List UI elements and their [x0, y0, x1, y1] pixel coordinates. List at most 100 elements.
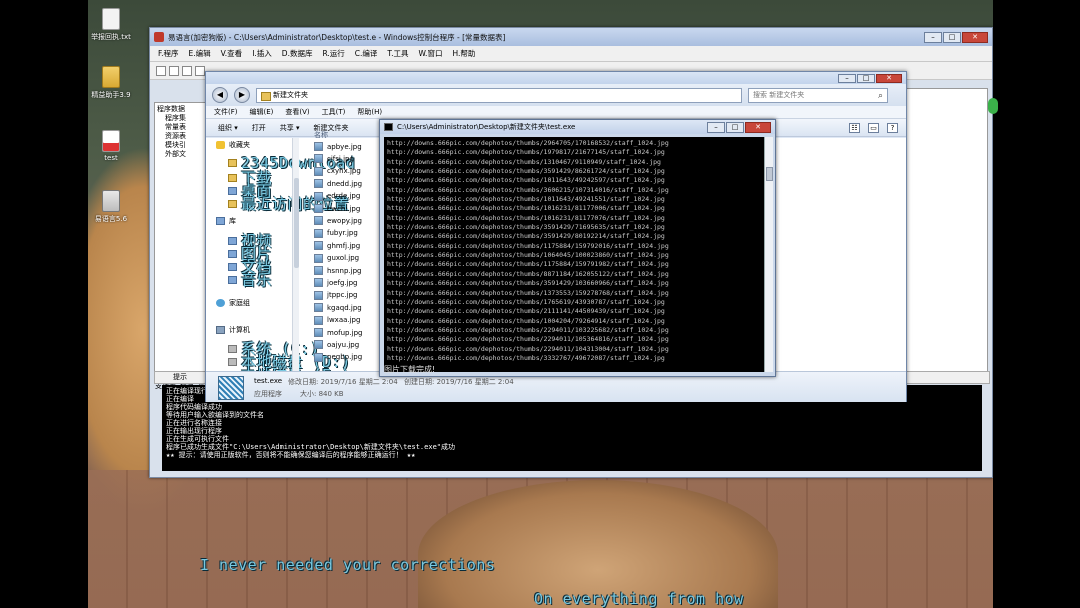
side-toggle-button[interactable]	[988, 98, 998, 114]
search-input[interactable]: 搜索 新建文件夹 ⌕	[748, 87, 888, 103]
menu-window[interactable]: W.窗口	[419, 48, 443, 59]
explorer-navbar: ◀ ▶ 新建文件夹 搜索 新建文件夹 ⌕	[206, 84, 906, 106]
desktop-icon-report[interactable]: 举报回执.txt	[82, 8, 140, 42]
forward-icon[interactable]: ▶	[234, 87, 250, 103]
preview-pane-icon[interactable]: ▭	[868, 122, 879, 133]
menu-edit[interactable]: E.编辑	[189, 48, 211, 59]
tree-item[interactable]: 程序集	[157, 114, 211, 123]
tree-item[interactable]: 外部文	[157, 150, 211, 159]
nav-label: 家庭组	[229, 299, 250, 307]
file-item[interactable]: kgaqd.jpg	[314, 303, 362, 313]
menu-run[interactable]: R.运行	[322, 48, 344, 59]
close-button[interactable]: ✕	[962, 31, 988, 43]
scroll-thumb[interactable]	[294, 178, 299, 268]
file-item[interactable]: cxyhx.jpg	[314, 166, 361, 176]
address-bar[interactable]: 新建文件夹	[256, 87, 742, 103]
menu-program[interactable]: F.程序	[158, 48, 179, 59]
tree-item[interactable]: 模块引	[157, 141, 211, 150]
menu-edit[interactable]: 编辑(E)	[250, 106, 274, 118]
file-item[interactable]: hsnnp.jpg	[314, 266, 361, 275]
cut-icon[interactable]	[195, 65, 205, 76]
maximize-button[interactable]: □	[943, 31, 961, 43]
folder-icon	[228, 159, 237, 167]
nav-favorites[interactable]: 收藏夹	[216, 140, 250, 150]
menu-file[interactable]: 文件(F)	[214, 106, 238, 118]
column-header-name[interactable]: 名称	[314, 130, 328, 140]
menu-view[interactable]: V.查看	[221, 48, 243, 59]
console-icon	[384, 123, 393, 131]
console-line: http://downs.666pic.com/dephotos/thumbs/…	[387, 213, 665, 222]
file-item[interactable]: fubyr.jpg	[314, 228, 358, 238]
details-type: 应用程序	[254, 390, 282, 398]
file-item[interactable]: apbye.jpg	[314, 142, 362, 151]
menu-compile[interactable]: C.编译	[355, 48, 378, 59]
file-item[interactable]: pegbp.jpg	[314, 352, 362, 362]
file-name: joefg.jpg	[327, 278, 358, 287]
file-item[interactable]: jtppc.jpg	[314, 290, 357, 300]
menu-help[interactable]: H.帮助	[452, 48, 475, 59]
open-file-icon[interactable]	[169, 65, 179, 76]
file-item[interactable]: dnedd.jpg	[314, 179, 362, 189]
desktop-icon-test[interactable]: test	[82, 130, 140, 162]
console-line: http://downs.666pic.com/dephotos/thumbs/…	[387, 260, 669, 269]
back-icon[interactable]: ◀	[212, 87, 228, 103]
file-item[interactable]: edrde.jpg	[314, 191, 360, 201]
menu-insert[interactable]: I.插入	[252, 48, 272, 59]
view-options-icon[interactable]: ☷	[849, 122, 860, 133]
ide-titlebar[interactable]: 易语言(加密狗版) - C:\Users\Administrator\Deskt…	[150, 28, 992, 46]
file-item[interactable]: oajyu.jpg	[314, 340, 359, 350]
open-button[interactable]: 打开	[252, 123, 266, 133]
console-scrollbar[interactable]	[764, 137, 773, 372]
file-name: cxyhx.jpg	[327, 167, 361, 176]
app-icon	[154, 32, 164, 42]
output-line: ★★ 提示：请使用正版软件，否则将不能确保您编译后的程序能够正确运行！ ★★	[166, 451, 416, 459]
nav-libraries[interactable]: 库	[216, 216, 236, 226]
menu-database[interactable]: D.数据库	[282, 48, 313, 59]
nav-label: 计算机	[229, 326, 250, 334]
console-titlebar[interactable]: C:\Users\Administrator\Desktop\新建文件夹\tes…	[380, 120, 775, 134]
close-button[interactable]: ✕	[745, 121, 771, 133]
image-file-icon	[314, 328, 323, 337]
tree-item[interactable]: 常量表	[157, 123, 211, 132]
help-icon[interactable]: ?	[887, 122, 898, 133]
file-item[interactable]: cjfsj.jpg	[314, 154, 354, 164]
share-button[interactable]: 共享 ▾	[280, 123, 300, 133]
menu-view[interactable]: 查看(V)	[285, 106, 309, 118]
minimize-button[interactable]: –	[838, 73, 856, 83]
file-item[interactable]: ewopy.jpg	[314, 216, 362, 226]
file-item[interactable]: ghmfj.jpg	[314, 241, 360, 251]
ide-title: 易语言(加密狗版) - C:\Users\Administrator\Deskt…	[168, 32, 506, 42]
nav-item[interactable]: 音乐	[228, 269, 272, 290]
file-item[interactable]: joefg.jpg	[314, 278, 358, 288]
menu-tools[interactable]: 工具(T)	[322, 106, 346, 118]
output-line: 正在生成可执行文件	[166, 435, 229, 443]
organize-button[interactable]: 组织 ▾	[218, 123, 238, 133]
maximize-button[interactable]: □	[857, 73, 875, 83]
file-item[interactable]: mofup.jpg	[314, 328, 363, 337]
save-file-icon[interactable]	[182, 65, 192, 76]
minimize-button[interactable]: –	[924, 31, 942, 43]
tree-item[interactable]: 资源表	[157, 132, 211, 141]
nav-label: 音乐	[241, 271, 273, 289]
desktop-icon-eyuyan[interactable]: 易语言5.6	[82, 190, 140, 224]
scroll-thumb[interactable]	[766, 167, 773, 181]
file-item[interactable]: ewchi.jpg	[314, 204, 360, 213]
close-button[interactable]: ✕	[876, 73, 902, 83]
new-file-icon[interactable]	[156, 65, 166, 76]
nav-computer[interactable]: 计算机	[216, 325, 250, 335]
tree-item[interactable]: 程序数据	[157, 105, 211, 114]
file-item[interactable]: lwxaa.jpg	[314, 315, 360, 325]
nav-scrollbar[interactable]	[292, 138, 299, 371]
output-line: 程序代码编译成功	[166, 403, 222, 411]
nav-homegroup[interactable]: 家庭组	[216, 298, 250, 308]
menu-tools[interactable]: T.工具	[387, 48, 408, 59]
explorer-titlebar[interactable]: – □ ✕	[206, 72, 906, 84]
image-file-icon	[314, 253, 323, 263]
menu-help[interactable]: 帮助(H)	[357, 106, 382, 118]
desktop-icon-helper[interactable]: 精益助手3.9	[82, 66, 140, 100]
minimize-button[interactable]: –	[707, 121, 725, 133]
desktop-icon-label: 举报回执.txt	[91, 33, 131, 41]
file-name: ewopy.jpg	[327, 216, 362, 225]
file-item[interactable]: guxol.jpg	[314, 253, 359, 263]
maximize-button[interactable]: □	[726, 121, 744, 133]
